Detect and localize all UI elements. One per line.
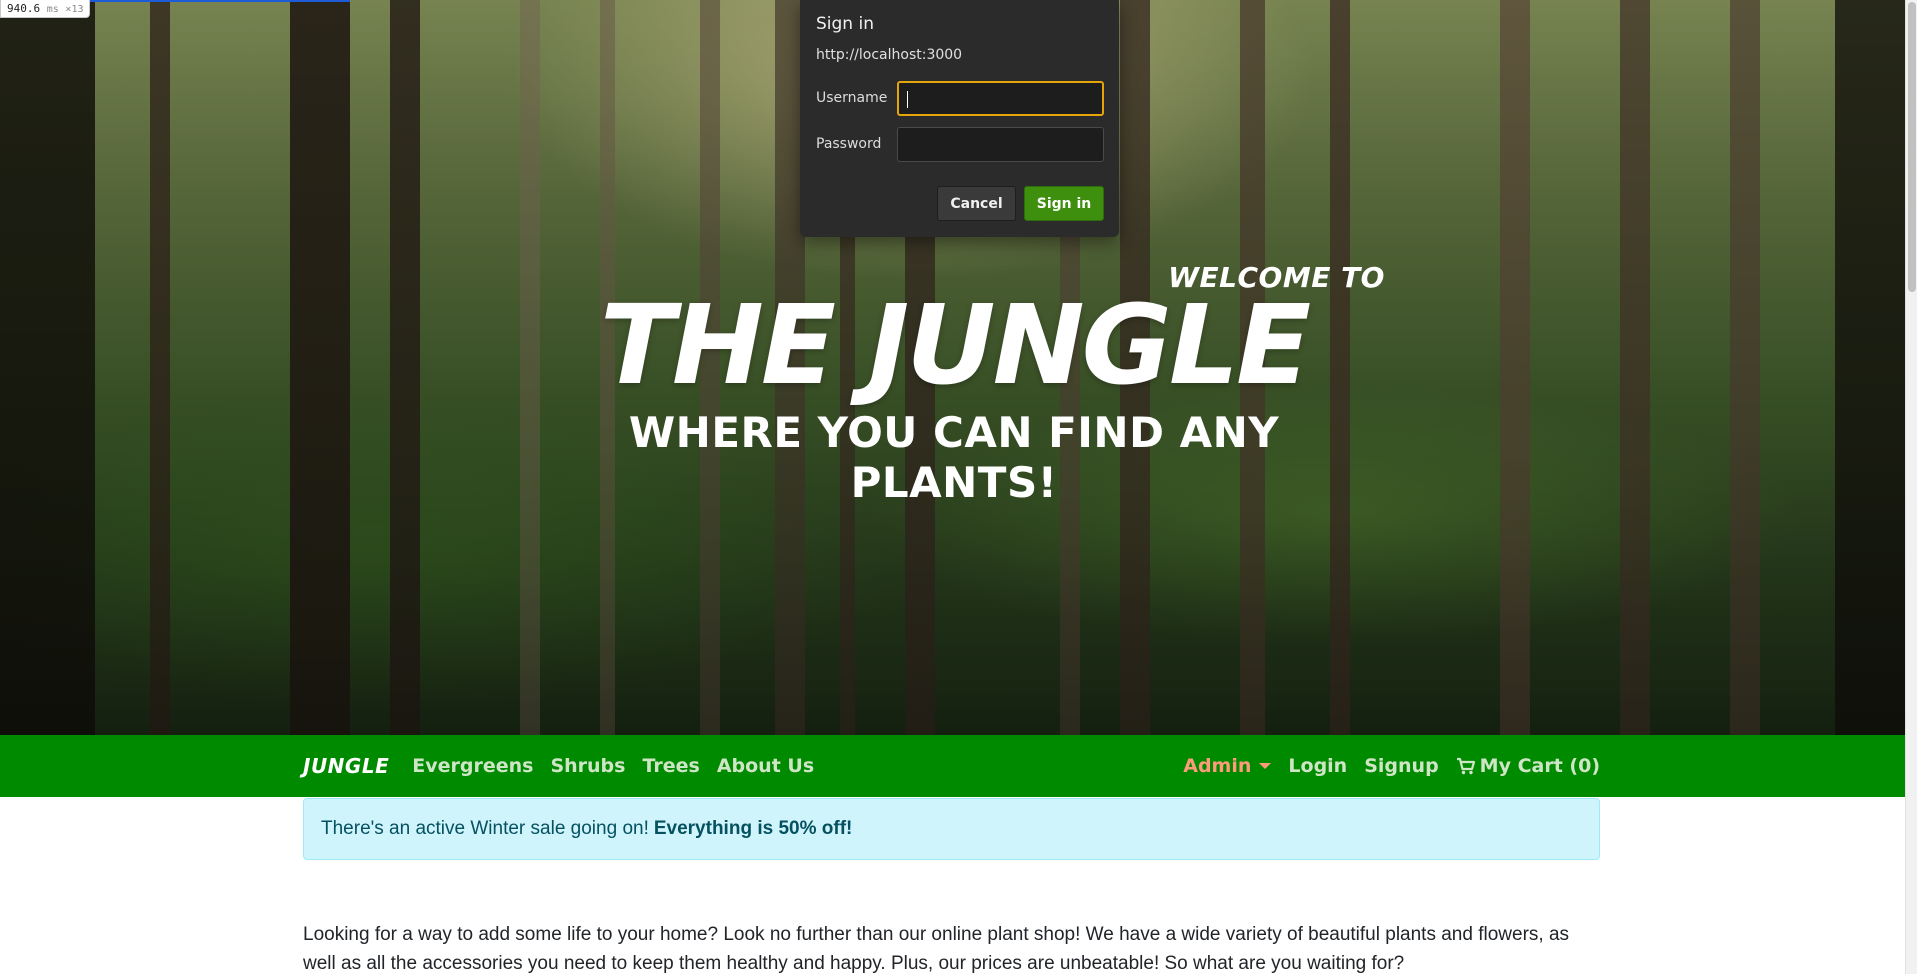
nav-link-evergreens[interactable]: Evergreens [412, 755, 533, 777]
cart-label: My Cart (0) [1479, 755, 1600, 777]
sign-in-dialog: Sign in http://localhost:3000 Username P… [800, 0, 1119, 237]
text-cursor [907, 91, 908, 108]
username-label: Username [816, 90, 888, 106]
nav-link-shrubs[interactable]: Shrubs [550, 755, 625, 777]
intro-paragraph: Looking for a way to add some life to yo… [303, 924, 1570, 974]
admin-label: Admin [1183, 755, 1252, 777]
performance-badge: 940.6 ms ×13 [0, 0, 91, 18]
cart-link[interactable]: My Cart (0) [1456, 755, 1600, 777]
perf-multiplier: ×13 [65, 4, 84, 15]
dialog-title: Sign in [816, 14, 874, 34]
page-scrollbar[interactable] [1905, 0, 1917, 974]
caret-down-icon [1259, 763, 1272, 769]
username-input[interactable] [897, 81, 1104, 116]
cancel-button[interactable]: Cancel [937, 186, 1016, 221]
nav-link-signup[interactable]: Signup [1364, 755, 1438, 777]
scrollbar-thumb[interactable] [1908, 2, 1916, 292]
alert-highlight: Everything is 50% off! [653, 818, 853, 839]
nav-link-login[interactable]: Login [1288, 755, 1347, 777]
nav-link-trees[interactable]: Trees [642, 755, 699, 777]
password-label: Password [816, 136, 882, 152]
sale-alert: There's an active Winter sale going on! … [303, 798, 1600, 860]
shopping-cart-icon [1456, 757, 1475, 775]
perf-unit: ms [46, 4, 59, 15]
sign-in-button[interactable]: Sign in [1024, 186, 1104, 221]
perf-value: 940.6 [7, 2, 41, 15]
alert-text: There's an active Winter sale going on! [321, 818, 649, 839]
dialog-origin: http://localhost:3000 [816, 47, 963, 63]
admin-dropdown[interactable]: Admin [1183, 755, 1272, 777]
navbar-content: JUNGLE Evergreens Shrubs Trees About Us … [303, 735, 1600, 797]
hero-heading-group: WELCOME TO THE JUNGLE WHERE YOU CAN FIND… [523, 262, 1385, 508]
password-input[interactable] [897, 127, 1104, 162]
nav-link-about-us[interactable]: About Us [717, 755, 814, 777]
hero-subtitle: WHERE YOU CAN FIND ANY PLANTS! [628, 408, 1280, 507]
hero-title: THE JUNGLE [599, 281, 1311, 409]
main-navbar: JUNGLE Evergreens Shrubs Trees About Us … [0, 735, 1905, 797]
brand-logo[interactable]: JUNGLE [303, 754, 389, 778]
